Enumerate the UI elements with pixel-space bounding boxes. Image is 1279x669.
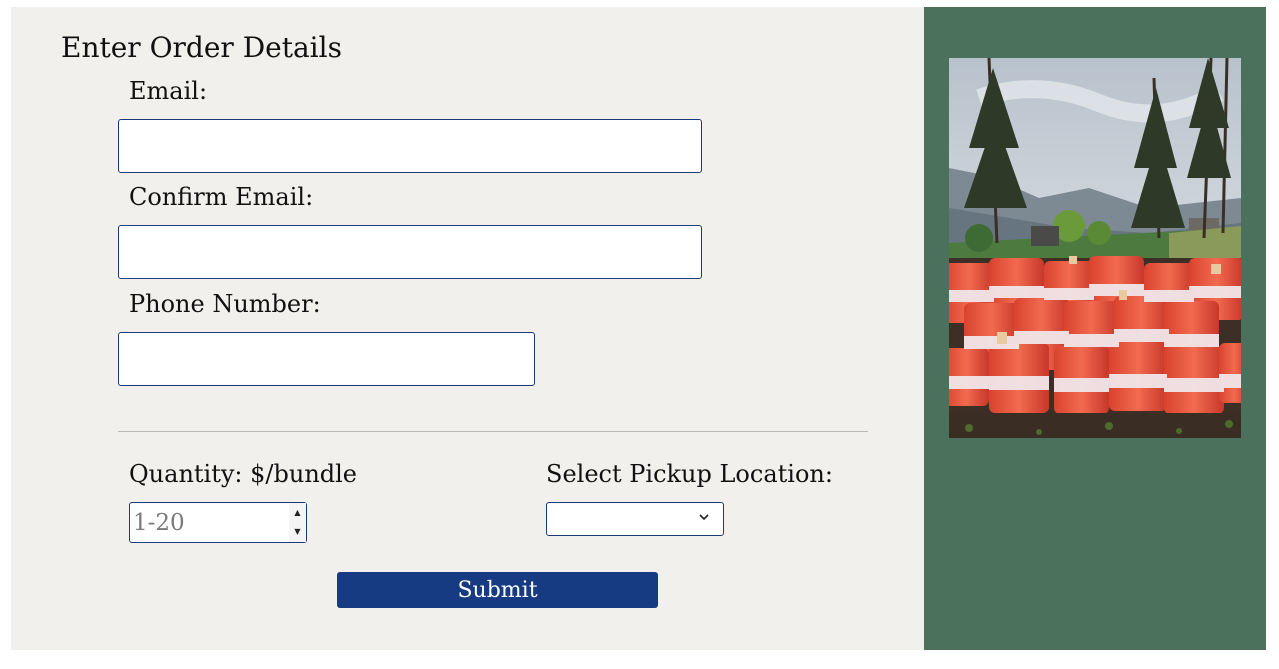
chevron-down-icon — [699, 514, 709, 521]
section-divider — [118, 431, 868, 432]
submit-button[interactable]: Submit — [337, 572, 658, 608]
pickup-location-select[interactable] — [546, 502, 724, 536]
decrement-arrow-icon[interactable]: ▼ — [289, 523, 306, 543]
side-panel — [924, 7, 1266, 650]
form-title: Enter Order Details — [61, 31, 342, 64]
quantity-spinner[interactable]: ▲ ▼ — [289, 503, 306, 542]
firewood-bundles-photo — [949, 58, 1241, 438]
phone-number-field[interactable] — [118, 332, 535, 386]
order-form-panel: Enter Order Details Email: Confirm Email… — [11, 7, 924, 650]
confirm-email-field[interactable] — [118, 225, 702, 279]
pickup-location-label: Select Pickup Location: — [546, 460, 833, 488]
increment-arrow-icon[interactable]: ▲ — [289, 503, 306, 523]
quantity-label: Quantity: $/bundle — [129, 460, 358, 488]
confirm-email-label: Confirm Email: — [129, 183, 314, 211]
quantity-input[interactable] — [130, 503, 288, 542]
quantity-stepper[interactable]: ▲ ▼ — [129, 502, 307, 543]
phone-number-label: Phone Number: — [129, 290, 321, 318]
email-label: Email: — [129, 77, 208, 105]
email-field[interactable] — [118, 119, 702, 173]
